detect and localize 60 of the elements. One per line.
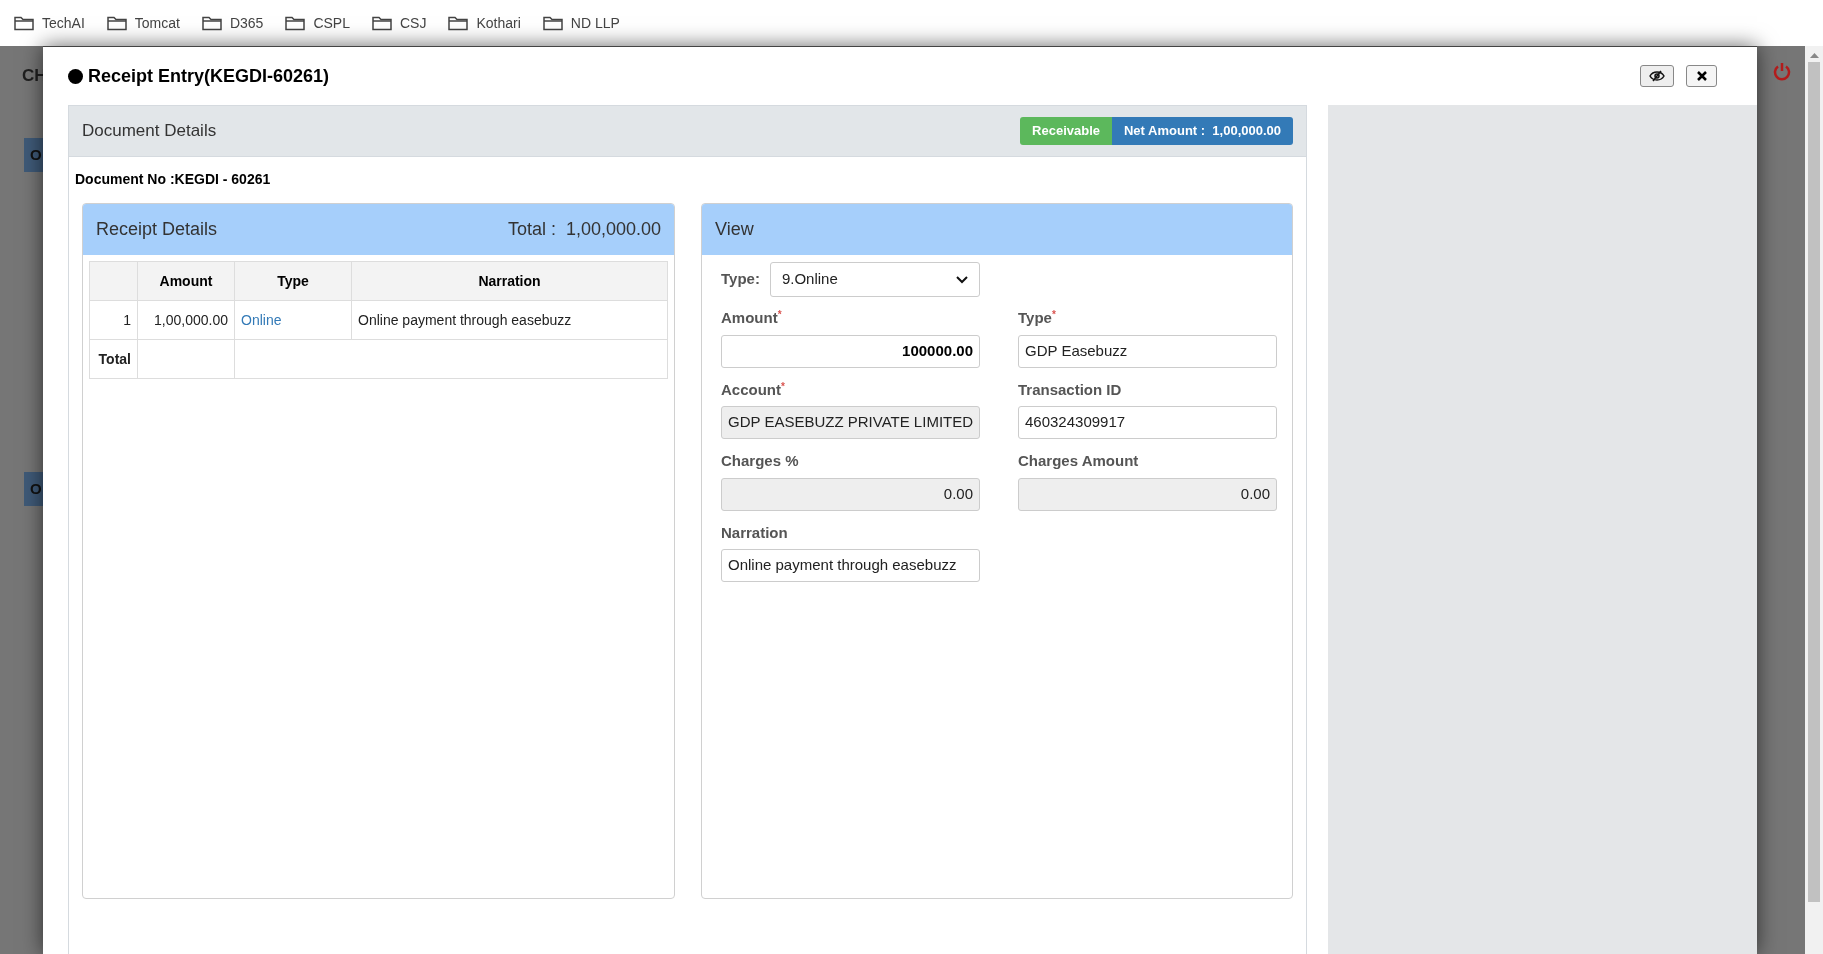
input-field[interactable]: Online payment through easebuzz <box>721 549 980 582</box>
folder-icon <box>106 15 127 31</box>
scroll-up-icon[interactable] <box>1809 52 1819 58</box>
field-label: Charges % <box>721 451 800 471</box>
panel-title: View <box>715 218 754 241</box>
column-header <box>89 261 138 301</box>
field-label: Narration <box>721 522 789 543</box>
total-label: Total <box>89 339 138 379</box>
net-amount-badge: Net Amount : 1,00,000.00 <box>1112 117 1293 145</box>
input-field[interactable]: 100000.00 <box>721 334 980 368</box>
chevron-down-icon <box>955 275 968 284</box>
input-field[interactable]: GDP EASEBUZZ PRIVATE LIMITED <box>721 406 980 439</box>
folder-icon <box>372 15 392 31</box>
column-header: Narration <box>351 261 668 301</box>
bookmark[interactable]: D365 <box>201 12 264 34</box>
receipt-total: Total : 1,00,000.00 <box>507 218 661 241</box>
required-mark: * <box>777 309 782 320</box>
document-number: Document No :KEGDI - 60261 <box>75 171 271 187</box>
status-badge: Receivable <box>1020 117 1112 145</box>
field-label: Type: <box>721 269 760 290</box>
bookmark[interactable]: Kothari <box>448 12 521 34</box>
scroll-thumb[interactable] <box>1808 62 1820 902</box>
power-icon[interactable] <box>1772 62 1792 82</box>
table-cell: 1,00,000.00 <box>137 300 235 340</box>
visibility-toggle-button[interactable] <box>1640 65 1674 87</box>
field-label: Amount$^{*}$ <box>721 308 783 328</box>
field-label: Charges Amount <box>1018 451 1140 471</box>
bookmark[interactable]: TechAI <box>14 12 85 34</box>
close-button[interactable] <box>1686 65 1717 87</box>
bookmark[interactable]: CSPL <box>285 12 350 34</box>
field-label: Type$^{*}$ <box>1018 308 1057 328</box>
section-header-fragment: O <box>24 138 43 172</box>
table-cell: 1 <box>89 300 138 340</box>
bookmark[interactable]: CSJ <box>372 12 427 34</box>
table-cell: Online payment through easebuzz <box>351 300 668 340</box>
input-field[interactable]: 460324309917 <box>1018 406 1277 439</box>
required-mark: * <box>781 380 785 392</box>
required-mark: * <box>1051 309 1056 320</box>
close-icon <box>1696 71 1707 81</box>
column-header: Type <box>234 261 352 301</box>
panel-title: Receipt Details <box>96 218 218 241</box>
folder-icon <box>285 15 306 31</box>
panel-title: Document Details <box>82 120 217 143</box>
input-field[interactable]: 0.00 <box>1018 477 1277 511</box>
modal-title: Receipt Entry(KEGDI-60261) <box>88 64 330 88</box>
eye-slash-icon <box>1649 70 1665 82</box>
folder-icon <box>448 15 469 31</box>
input-field[interactable]: GDP Easebuzz <box>1018 334 1277 368</box>
type-link[interactable]: Online <box>241 311 282 328</box>
input-field[interactable]: 0.00 <box>721 477 980 511</box>
bookmark[interactable]: Tomcat <box>106 12 180 34</box>
section-header-fragment: O <box>24 472 43 506</box>
folder-icon <box>14 15 34 31</box>
folder-icon <box>542 15 563 31</box>
column-header: Amount <box>137 261 235 301</box>
field-label: Transaction ID <box>1018 379 1123 400</box>
type-select[interactable]: 9.Online <box>769 262 980 297</box>
bookmark[interactable]: ND LLP <box>542 12 620 34</box>
field-label: Account$^{*}$ <box>721 379 786 400</box>
folder-icon <box>201 15 222 31</box>
